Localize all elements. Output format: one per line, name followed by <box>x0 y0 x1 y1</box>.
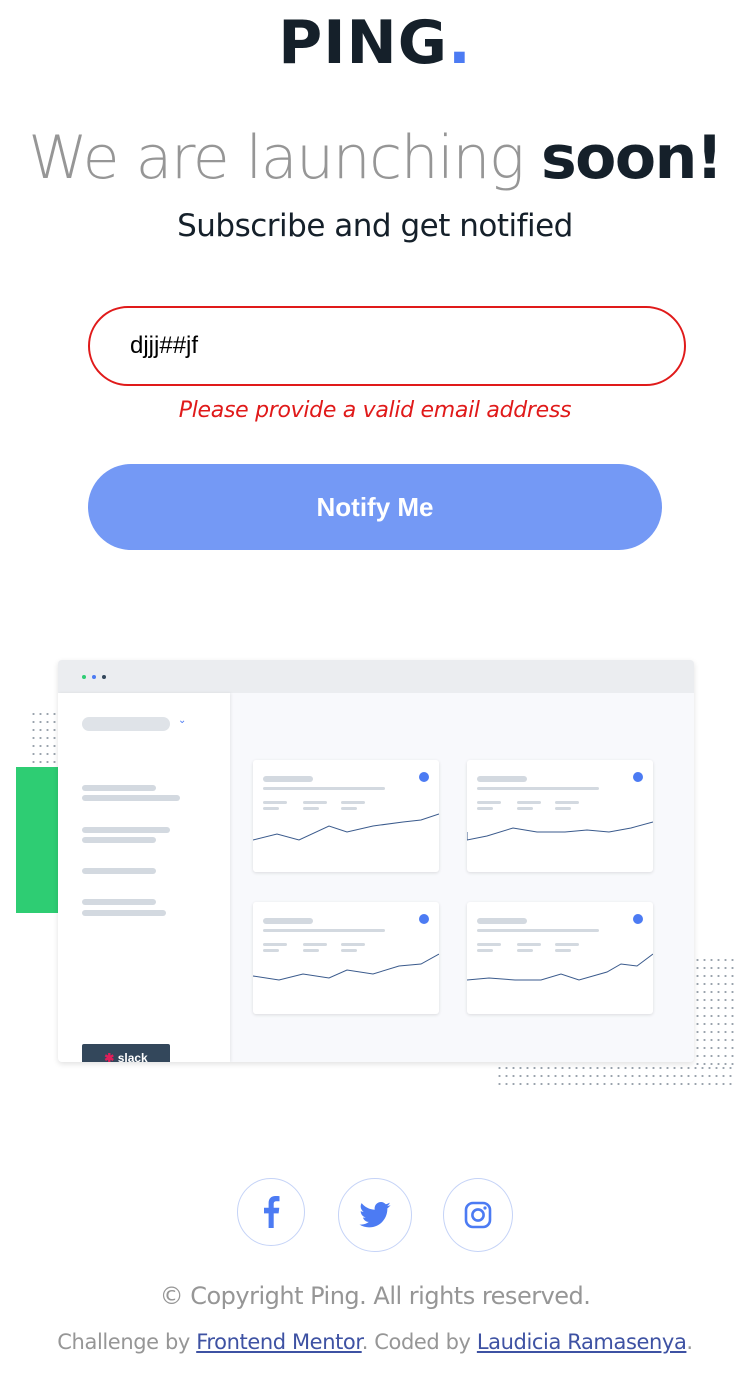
brand-dot: . <box>447 8 472 78</box>
window-dot-green <box>82 675 86 679</box>
sparkline <box>467 953 653 981</box>
brand-logo: PING. <box>0 10 750 76</box>
headline-light: We are launching <box>28 123 541 193</box>
window-dot-blue <box>92 675 96 679</box>
notify-me-button[interactable]: Notify Me <box>88 464 662 550</box>
attribution: Challenge by Frontend Mentor. Coded by L… <box>0 1330 750 1354</box>
page-title: We are launching soon! <box>0 122 750 194</box>
slack-label: slack <box>117 1051 148 1062</box>
dot-pattern-right-horizontal <box>496 1064 736 1090</box>
author-link[interactable]: Laudicia Ramasenya <box>477 1330 687 1354</box>
dashboard-illustration: ⌄ ✱ slack <box>0 640 750 1100</box>
credit-mid: . Coded by <box>361 1330 477 1354</box>
mockup-chart-card <box>253 902 439 1014</box>
email-error-message: Please provide a valid email address <box>178 398 572 423</box>
email-input[interactable] <box>88 306 686 386</box>
sparkline <box>253 953 439 981</box>
window-titlebar <box>58 660 694 693</box>
app-window-mockup: ⌄ ✱ slack <box>58 660 694 1062</box>
copyright-text: © Copyright Ping. All rights reserved. <box>159 1282 591 1310</box>
mockup-sidebar: ⌄ ✱ slack <box>58 693 230 1062</box>
slack-icon: ✱ <box>104 1051 115 1062</box>
facebook-icon <box>264 1196 280 1228</box>
dot-pattern-right-vertical <box>694 956 736 1066</box>
twitter-icon <box>359 1202 391 1228</box>
instagram-link[interactable] <box>443 1178 513 1252</box>
twitter-link[interactable] <box>338 1178 412 1252</box>
mockup-chart-card <box>467 902 653 1014</box>
mockup-chart-card <box>253 760 439 872</box>
mockup-chart-card <box>467 760 653 872</box>
page-subtitle: Subscribe and get notified <box>177 208 573 244</box>
sparkline <box>467 821 653 841</box>
instagram-icon <box>464 1201 492 1229</box>
slack-badge: ✱ slack <box>82 1044 170 1062</box>
brand-name: PING <box>278 8 448 78</box>
credit-prefix: Challenge by <box>57 1330 197 1354</box>
frontend-mentor-link[interactable]: Frontend Mentor <box>196 1330 362 1354</box>
green-accent-block <box>16 767 62 913</box>
chevron-down-icon: ⌄ <box>178 715 187 726</box>
facebook-link[interactable] <box>237 1178 305 1246</box>
window-dot-dark <box>102 675 106 679</box>
credit-suffix: . <box>686 1330 693 1354</box>
sparkline <box>253 813 439 841</box>
headline-bold: soon! <box>540 123 723 193</box>
